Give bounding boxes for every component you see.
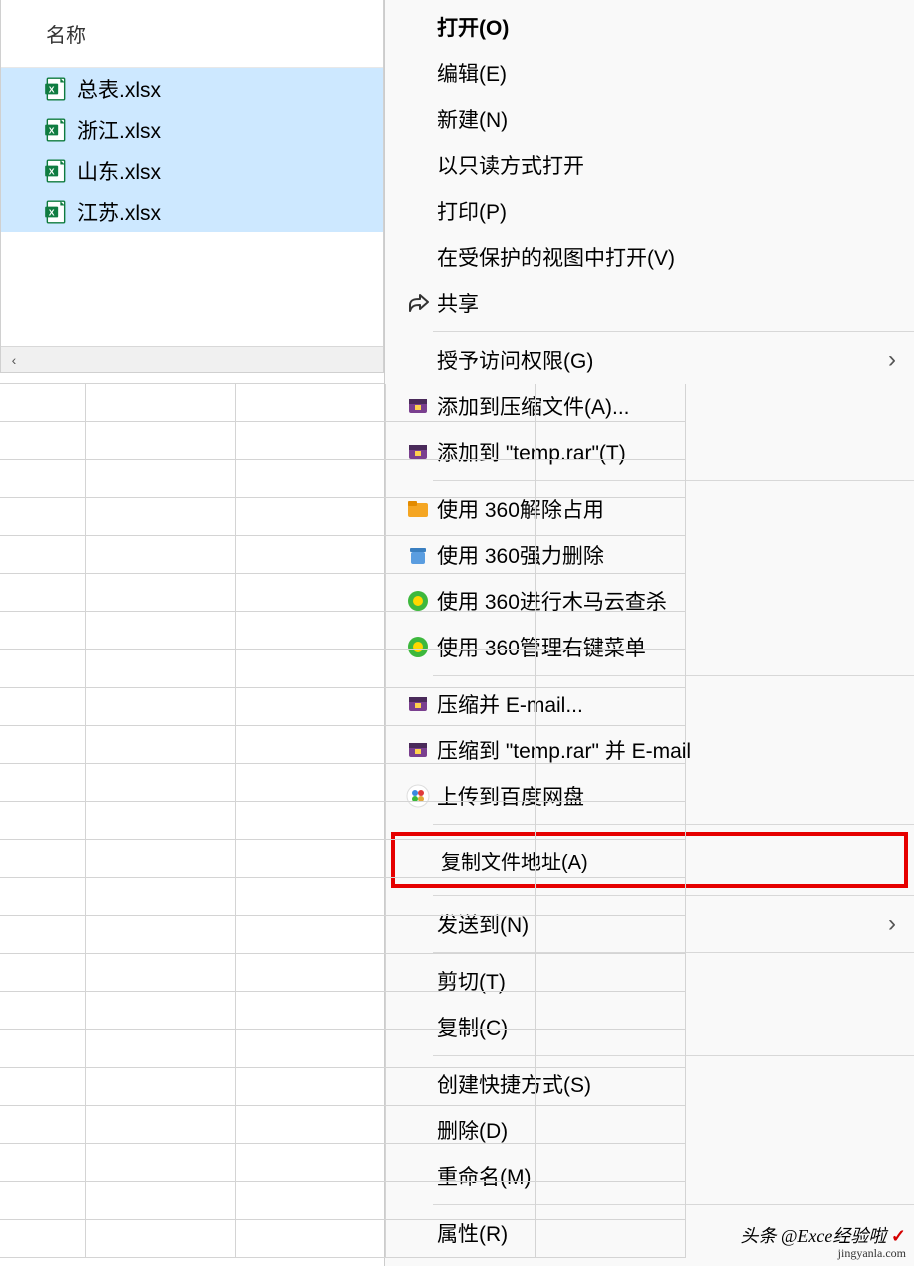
file-item[interactable]: X 浙江.xlsx [1, 109, 383, 150]
svg-text:X: X [49, 207, 55, 217]
excel-file-icon: X [43, 199, 69, 225]
left-pane: 名称 X 总表.xlsx X 浙江.xlsx X [0, 0, 384, 1266]
excel-file-icon: X [43, 158, 69, 184]
chevron-right-icon: › [888, 910, 896, 938]
menu-item-print[interactable]: 打印(P) [385, 188, 914, 234]
file-name: 浙江.xlsx [77, 115, 161, 145]
file-list: X 总表.xlsx X 浙江.xlsx X 山东.xlsx [1, 68, 383, 346]
svg-text:X: X [49, 166, 55, 176]
blank-icon [399, 150, 437, 180]
blank-icon [399, 58, 437, 88]
file-name: 江苏.xlsx [77, 197, 161, 227]
svg-text:X: X [49, 125, 55, 135]
file-item[interactable]: X 总表.xlsx [1, 68, 383, 109]
scroll-track[interactable] [27, 347, 383, 372]
menu-item-open-protected-view[interactable]: 在受保护的视图中打开(V) [385, 234, 914, 280]
menu-item-edit[interactable]: 编辑(E) [385, 50, 914, 96]
file-name: 总表.xlsx [77, 74, 161, 104]
file-explorer: 名称 X 总表.xlsx X 浙江.xlsx X [0, 0, 384, 373]
blank-icon [399, 345, 437, 375]
checkmark-icon: ✓ [891, 1226, 906, 1246]
menu-item-share[interactable]: 共享 [385, 280, 914, 326]
column-header-label: 名称 [46, 19, 86, 48]
excel-file-icon: X [43, 76, 69, 102]
menu-item-new[interactable]: 新建(N) [385, 96, 914, 142]
watermark-url: jingyanla.com [740, 1247, 906, 1260]
horizontal-scrollbar[interactable]: ‹ [1, 346, 383, 372]
chevron-right-icon: › [888, 346, 896, 374]
spreadsheet-grid[interactable] [0, 383, 384, 1266]
blank-icon [399, 196, 437, 226]
menu-separator [433, 331, 914, 332]
file-item[interactable]: X 江苏.xlsx [1, 191, 383, 232]
file-item[interactable]: X 山东.xlsx [1, 150, 383, 191]
blank-icon [399, 12, 437, 42]
menu-item-open-readonly[interactable]: 以只读方式打开 [385, 142, 914, 188]
svg-text:X: X [49, 84, 55, 94]
share-icon [399, 288, 437, 318]
file-name: 山东.xlsx [77, 156, 161, 186]
excel-file-icon: X [43, 117, 69, 143]
watermark: 头条 @Exce经验啦 ✓ jingyanla.com [740, 1227, 906, 1260]
blank-icon [399, 104, 437, 134]
column-header-name[interactable]: 名称 [1, 0, 383, 68]
watermark-text: 头条 @Exce经验啦 [740, 1226, 886, 1246]
scroll-left-button[interactable]: ‹ [1, 347, 27, 373]
menu-item-open[interactable]: 打开(O) [385, 4, 914, 50]
blank-icon [399, 242, 437, 272]
menu-item-grant-access[interactable]: 授予访问权限(G) › [385, 337, 914, 383]
